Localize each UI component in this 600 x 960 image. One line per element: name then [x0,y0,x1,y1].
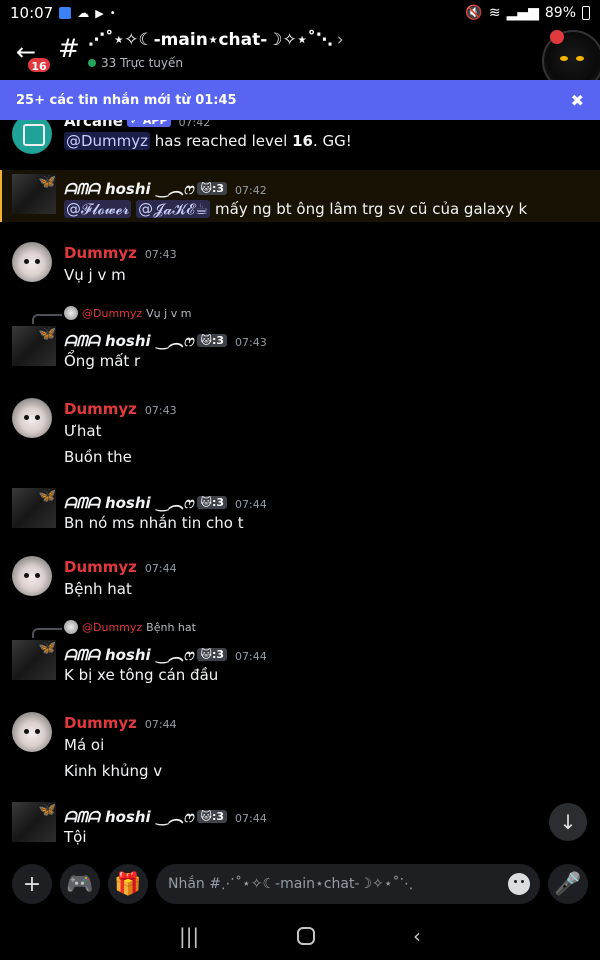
battery-level: 89% [544,5,576,21]
message-text: Bệnh hat [64,580,132,598]
app-notification-icon [59,7,72,19]
avatar[interactable] [12,114,52,154]
user-mention[interactable]: @𝓙𝓪𝓚𝓔☕ [136,200,211,218]
banner-text: 25+ các tin nhắn mới từ 01:45 [16,92,237,108]
gamepad-icon[interactable]: 🎮 [60,864,100,904]
avatar[interactable]: 🦋 [12,640,56,680]
message-author[interactable]: Dummyz 07:44 [64,714,177,732]
channel-header: ← 16 # ⋰˚⋆✧☾-main⋆chat-☽✧⋆˚⋱ › 33 Trực tu… [0,26,600,92]
home-icon[interactable] [297,927,316,945]
unread-badge: 16 [26,56,52,74]
message-text: K bị xe tông cán đầu [64,666,219,684]
reply-preview[interactable]: @Dummyz Bệnh hat [64,620,196,634]
battery-icon [582,6,590,20]
message-author[interactable]: ᗩᗰᗩ hoshi ‿︵ෆ 🐱:3 07:42 [64,178,267,199]
avatar [64,620,78,634]
message-text: Kinh khủng v [64,762,163,780]
message-author[interactable]: ᗩᗰᗩ hoshi ‿︵ෆ 🐱:3 07:43 [64,330,267,351]
online-dot-icon [88,59,96,67]
mute-icon: 🔇 [465,5,483,21]
gift-icon[interactable]: 🎁 [108,864,148,904]
message-text: Tội [64,828,87,846]
emoji-icon[interactable] [508,873,530,895]
message-input-placeholder: Nhắn #⋰˚⋆✧☾-main⋆chat-☽✧⋆˚⋱ [168,876,414,892]
close-icon[interactable]: ✖ [571,91,584,110]
message-input[interactable]: Nhắn #⋰˚⋆✧☾-main⋆chat-☽✧⋆˚⋱ [156,864,540,904]
plus-icon[interactable]: + [12,864,52,904]
message-text: Buồn the [64,448,132,466]
message-text: @Dummyz has reached level 16. GG! [64,132,352,150]
message-author[interactable]: ᗩᗰᗩ hoshi ‿︵ෆ 🐱:3 07:44 [64,644,267,665]
new-messages-banner[interactable]: 25+ các tin nhắn mới từ 01:45 ✖ [0,80,600,120]
user-mention[interactable]: @Dummyz [64,132,151,150]
avatar[interactable] [12,556,52,596]
message-text: @𝓕𝓵𝓸𝔀𝓮𝓻 @𝓙𝓪𝓚𝓔☕ mấy ng bt ông lâm trg sv … [64,200,528,218]
message-text: Ổng mất r [64,352,141,370]
message-text: Ưhat [64,422,102,440]
message-author[interactable]: Dummyz 07:44 [64,558,177,576]
reply-connector [32,628,62,638]
status-time: 10:07 [10,4,54,22]
channel-name: ⋰˚⋆✧☾-main⋆chat-☽✧⋆˚⋱ [88,30,333,50]
online-status: 33 Trực tuyến [88,56,183,70]
wifi-icon: ≋ [488,5,501,21]
channel-title[interactable]: ⋰˚⋆✧☾-main⋆chat-☽✧⋆˚⋱ › [88,30,344,50]
avatar[interactable]: 🦋 [12,802,56,842]
status-bar: 10:07 ☁ ▶ • 🔇 ≋ ▂▄▆ 89% [0,0,600,26]
message-text: Vụ j v m [64,266,126,284]
hash-icon: # [58,34,80,64]
cloud-icon: ☁ [77,6,90,20]
message-composer: + 🎮 🎁 Nhắn #⋰˚⋆✧☾-main⋆chat-☽✧⋆˚⋱ 🎤 [0,856,600,912]
avatar[interactable] [12,242,52,282]
reply-connector [32,314,62,324]
system-nav-bar: ||| ‹ [0,912,600,960]
message-author[interactable]: Dummyz 07:43 [64,400,177,418]
notification-dot-icon [550,30,564,44]
user-mention[interactable]: @𝓕𝓵𝓸𝔀𝓮𝓻 [64,200,132,218]
message-author[interactable]: Dummyz 07:43 [64,244,177,262]
avatar [64,306,78,320]
message-author[interactable]: ᗩᗰᗩ hoshi ‿︵ෆ 🐱:3 07:44 [64,492,267,513]
message-text: Má oi [64,736,105,754]
reply-preview[interactable]: @Dummyz Vụ j v m [64,306,191,320]
youtube-icon: ▶ [95,6,104,20]
online-count: 33 Trực tuyến [101,56,184,70]
message-author[interactable]: ᗩᗰᗩ hoshi ‿︵ෆ 🐱:3 07:44 [64,806,267,827]
message-list[interactable]: Arcane ✓ APP 07:42 @Dummyz has reached lev… [0,110,600,856]
back-icon[interactable]: ‹ [413,924,421,948]
microphone-icon[interactable]: 🎤 [548,864,588,904]
signal-icon: ▂▄▆ [506,5,539,21]
avatar[interactable] [12,712,52,752]
recent-apps-icon[interactable]: ||| [179,924,199,948]
chevron-right-icon: › [336,30,344,50]
avatar[interactable]: 🦋 [12,326,56,366]
message-text: Bn nó ms nhắn tin cho t [64,514,244,532]
dot-icon: • [109,7,116,19]
avatar[interactable] [12,398,52,438]
avatar[interactable]: 🦋 [12,174,56,214]
arrow-down-icon[interactable]: ↓ [549,803,587,841]
avatar[interactable]: 🦋 [12,488,56,528]
